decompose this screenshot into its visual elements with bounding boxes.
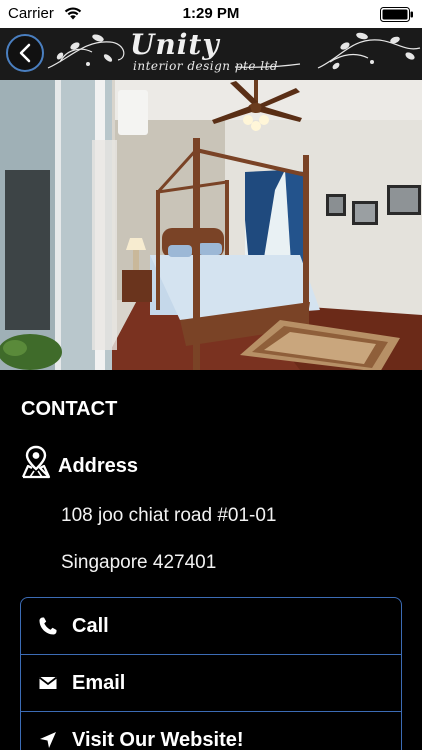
logo-subtitle: interior design pte ltd [133,59,279,73]
chevron-left-icon [19,43,31,63]
clock-label: 1:29 PM [182,5,240,22]
email-button[interactable]: Email [21,655,401,712]
contact-actions-list: Call Email Visit Our Website! [20,597,402,750]
app-header: Unity interior design pte ltd [0,28,422,80]
envelope-icon [38,676,58,689]
address-header: Address [20,443,138,479]
map-pin-icon [21,445,51,479]
address-line-city: Singapore 427401 [61,552,217,573]
hero-bedroom-photo [0,80,422,370]
call-button[interactable]: Call [21,598,401,655]
visit-website-button[interactable]: Visit Our Website! [21,712,401,750]
status-bar: Carrier 1:29 PM [0,0,422,28]
call-label: Call [72,614,109,637]
back-button[interactable] [6,34,44,72]
bedroom-illustration [0,80,422,370]
phone-icon [39,617,57,635]
location-arrow-icon [40,732,56,748]
address-label: Address [58,455,139,477]
email-label: Email [72,671,126,694]
contact-heading: CONTACT [21,398,118,420]
visit-website-label: Visit Our Website! [72,728,244,750]
address-line-street: 108 joo chiat road #01-01 [61,505,277,526]
battery-icon [380,7,413,22]
logo-title: Unity [130,28,220,61]
